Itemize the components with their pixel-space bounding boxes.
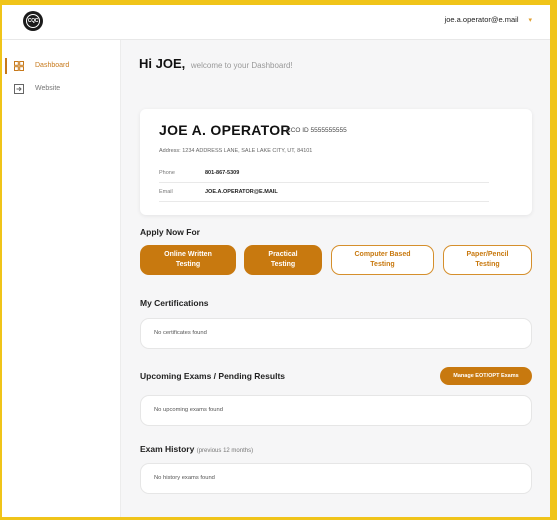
- email-label: Email: [159, 189, 173, 195]
- upcoming-title: Upcoming Exams / Pending Results: [140, 371, 286, 381]
- profile-name: JOE A. OPERATOR: [159, 122, 291, 138]
- phone-label: Phone: [159, 170, 175, 176]
- profile-address: Address: 1234 ADDRESS LANE, SALE LAKE CI…: [159, 148, 313, 154]
- external-link-icon: [14, 84, 24, 94]
- logo-text: CQC: [26, 14, 40, 28]
- history-note: (previous 12 months): [196, 448, 254, 454]
- chevron-down-icon[interactable]: ▾: [528, 16, 532, 24]
- online-written-testing-button[interactable]: Online Written Testing: [140, 245, 236, 275]
- email-value: JOE.A.OPERATOR@E.MAIL: [205, 189, 278, 195]
- sidebar: Dashboard Website: [2, 40, 121, 517]
- history-title: Exam History (previous 12 months): [140, 444, 253, 454]
- app-window: CQC joe.a.operator@e.mail ▾ Dashboard We…: [2, 5, 550, 517]
- paper-pencil-testing-button[interactable]: Paper/Pencil Testing: [443, 245, 532, 275]
- sidebar-item-label: Dashboard: [35, 62, 70, 69]
- certifications-title: My Certifications: [140, 298, 209, 308]
- history-title-text: Exam History: [140, 444, 195, 454]
- user-email: joe.a.operator@e.mail: [444, 15, 519, 24]
- upcoming-empty-text: No upcoming exams found: [154, 407, 223, 413]
- profile-id: CCO ID 5555555555: [286, 127, 347, 134]
- greeting-hi: Hi JOE,: [139, 56, 186, 71]
- grid-icon: [14, 61, 24, 71]
- upcoming-list: No upcoming exams found: [140, 395, 532, 426]
- practical-testing-button[interactable]: Practical Testing: [244, 245, 322, 275]
- sidebar-item-website[interactable]: Website: [2, 80, 120, 98]
- certifications-empty-text: No certificates found: [154, 330, 207, 336]
- page-greeting: Hi JOE, welcome to your Dashboard!: [139, 56, 293, 71]
- profile-card: JOE A. OPERATOR CCO ID 5555555555 Addres…: [140, 109, 532, 215]
- logo[interactable]: CQC: [23, 11, 43, 31]
- greeting-sub: welcome to your Dashboard!: [190, 61, 293, 70]
- manage-exams-button[interactable]: Manage EOT/OPT Exams: [440, 367, 532, 385]
- sidebar-item-dashboard[interactable]: Dashboard: [2, 57, 120, 75]
- sidebar-item-label: Website: [35, 85, 61, 92]
- computer-based-testing-button[interactable]: Computer Based Testing: [331, 245, 434, 275]
- user-menu[interactable]: joe.a.operator@e.mail ▾: [445, 15, 532, 24]
- phone-row: Phone 801-867-5309: [159, 165, 489, 183]
- history-empty-text: No history exams found: [154, 475, 215, 481]
- phone-value: 801-867-5309: [205, 170, 240, 176]
- certifications-list: No certificates found: [140, 318, 532, 349]
- history-list: No history exams found: [140, 463, 532, 494]
- email-row: Email JOE.A.OPERATOR@E.MAIL: [159, 184, 489, 202]
- top-bar: CQC joe.a.operator@e.mail ▾: [2, 5, 550, 40]
- apply-title: Apply Now For: [140, 227, 200, 237]
